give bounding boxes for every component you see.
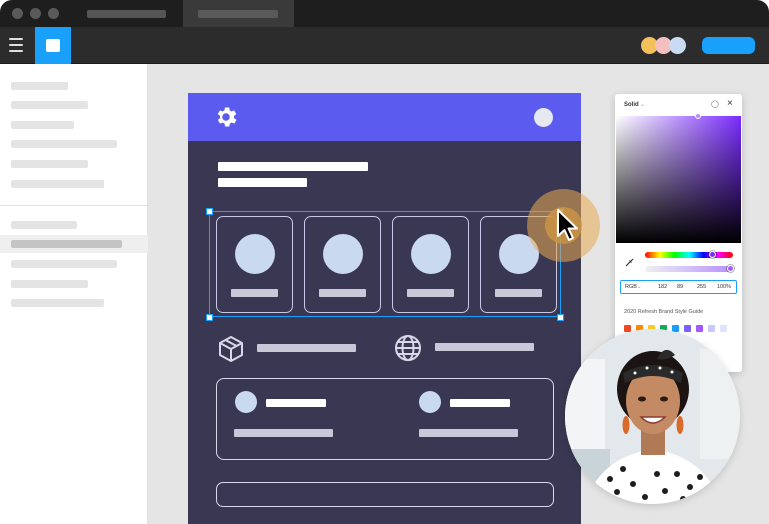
color-thumb[interactable]: [695, 113, 701, 119]
tab-file-1[interactable]: [71, 0, 182, 27]
color-library-select[interactable]: 2020 Refresh Brand Style Guide: [624, 309, 703, 315]
opacity-slider-thumb[interactable]: [727, 265, 734, 272]
subheading-placeholder: [218, 178, 307, 187]
color-swatch[interactable]: [696, 325, 703, 332]
gear-icon: [217, 107, 237, 127]
green-value[interactable]: 89: [677, 284, 683, 290]
red-value[interactable]: 182: [658, 284, 667, 290]
frame-tool-button[interactable]: [35, 27, 71, 64]
sidebar-item[interactable]: [11, 280, 88, 288]
sidebar-item[interactable]: [11, 121, 74, 129]
info-title: [450, 399, 510, 407]
close-icon[interactable]: ×: [727, 98, 733, 109]
sidebar-item[interactable]: [11, 101, 88, 109]
water-drop-icon[interactable]: ◯: [711, 100, 719, 108]
layers-sidebar: [0, 64, 148, 524]
color-format-select[interactable]: RGB: [625, 284, 637, 290]
cursor-arrow-icon: [557, 209, 578, 241]
presenter-photo: [565, 329, 740, 504]
text-input[interactable]: [216, 482, 554, 507]
color-swatch[interactable]: [684, 325, 691, 332]
close-window-button[interactable]: [12, 8, 23, 19]
frame-icon: [46, 39, 60, 52]
sidebar-item[interactable]: [11, 260, 117, 268]
fill-mode-select[interactable]: Solid: [624, 102, 639, 108]
resize-handle[interactable]: [206, 208, 213, 215]
webcam-video[interactable]: [565, 329, 740, 504]
sidebar-item[interactable]: [11, 180, 104, 188]
selection-bounds[interactable]: [209, 211, 561, 317]
info-text: [419, 429, 518, 437]
hue-slider[interactable]: [645, 252, 733, 258]
avatar[interactable]: [669, 37, 686, 54]
sidebar-divider: [0, 205, 148, 206]
color-values-input[interactable]: RGB ⌄ 182 89 255 100%: [620, 280, 737, 294]
color-swatch[interactable]: [708, 325, 715, 332]
info-title: [266, 399, 326, 407]
saturation-value-area[interactable]: [616, 116, 741, 243]
globe-icon: [395, 335, 421, 361]
minimize-window-button[interactable]: [30, 8, 41, 19]
feature-label: [257, 344, 356, 352]
box-icon: [219, 336, 243, 362]
chevron-down-icon: ⌄: [637, 284, 642, 290]
color-swatch[interactable]: [720, 325, 727, 332]
resize-handle[interactable]: [206, 314, 213, 321]
frame-header[interactable]: [188, 93, 581, 141]
avatar: [419, 391, 441, 413]
avatar: [235, 391, 257, 413]
share-button[interactable]: [702, 37, 755, 54]
sidebar-item[interactable]: [11, 82, 68, 90]
title-bar: [0, 0, 769, 27]
tab-file-2[interactable]: [183, 0, 294, 27]
info-text: [234, 429, 333, 437]
sidebar-item[interactable]: [11, 140, 117, 148]
resize-handle[interactable]: [557, 314, 564, 321]
chevron-down-icon: ⌄: [640, 102, 646, 108]
hue-slider-thumb[interactable]: [709, 251, 716, 258]
heading-placeholder: [218, 162, 368, 171]
toolbar: [0, 27, 769, 64]
app-window: Solid ⌄ ◯ × RGB ⌄ 182 89 255 100% 2020 R…: [0, 0, 769, 524]
blue-value[interactable]: 255: [697, 284, 706, 290]
sidebar-item[interactable]: [11, 299, 104, 307]
maximize-window-button[interactable]: [48, 8, 59, 19]
sidebar-item[interactable]: [11, 221, 77, 229]
hamburger-icon[interactable]: [9, 38, 23, 52]
sidebar-item[interactable]: [11, 240, 122, 248]
alpha-value[interactable]: 100%: [717, 284, 731, 290]
profile-avatar[interactable]: [534, 108, 553, 127]
eyedropper-icon[interactable]: [625, 257, 635, 267]
sidebar-item[interactable]: [11, 160, 88, 168]
feature-label: [435, 343, 534, 351]
opacity-slider[interactable]: [645, 266, 733, 272]
info-card[interactable]: [216, 378, 554, 460]
